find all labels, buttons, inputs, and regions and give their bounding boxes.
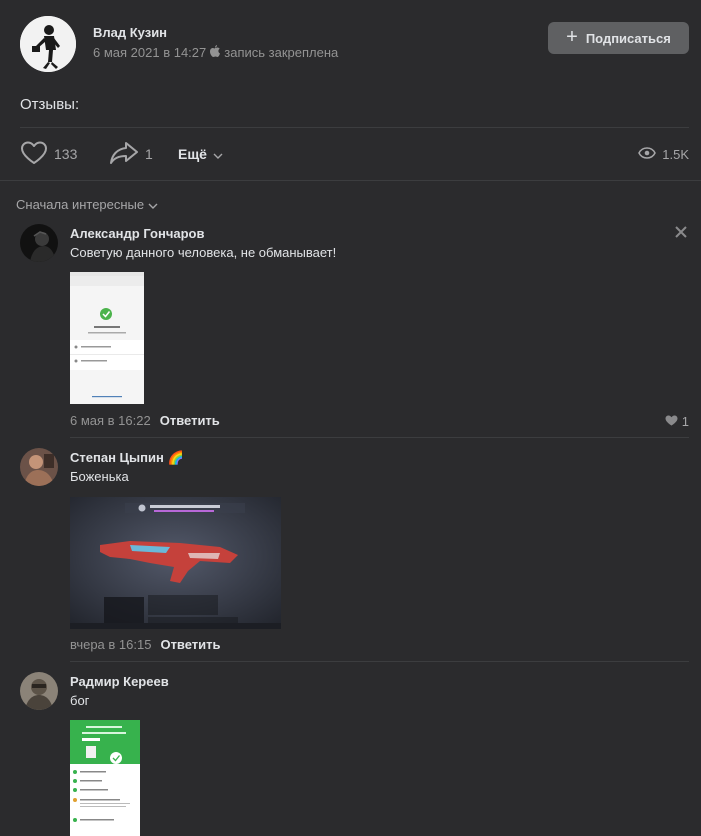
comment-attachment-image[interactable] — [70, 720, 140, 836]
chevron-down-icon — [213, 146, 223, 162]
plus-icon: + — [566, 26, 578, 48]
post-text: Отзывы: — [20, 96, 80, 113]
close-icon[interactable] — [673, 224, 689, 240]
comment-author: Степан Цыпин 🌈 — [70, 450, 184, 466]
share-button[interactable]: 1 — [109, 140, 153, 168]
comment-footer: вчера в 16:15 Ответить — [70, 637, 221, 652]
commenter-avatar[interactable] — [20, 448, 58, 486]
divider — [20, 127, 689, 128]
rainbow-emoji: 🌈 — [167, 450, 184, 465]
share-icon — [109, 141, 139, 168]
post-page: Влад Кузин 6 мая 2021 в 14:27 запись зак… — [0, 0, 701, 836]
sort-label: Сначала интересные — [16, 197, 145, 212]
comment-date[interactable]: 6 мая в 16:22 — [70, 413, 151, 428]
comment-author[interactable]: Александр Гончаров — [70, 226, 204, 241]
like-count: 133 — [54, 146, 78, 162]
divider — [0, 180, 701, 181]
reply-button[interactable]: Ответить — [160, 413, 220, 428]
reply-button[interactable]: Ответить — [160, 637, 220, 652]
chevron-down-icon — [148, 197, 158, 212]
comment-like-button[interactable]: 1 — [665, 414, 689, 429]
subscribe-button[interactable]: + Подписаться — [548, 22, 689, 54]
more-button[interactable]: Ещё — [178, 140, 223, 168]
heart-icon — [665, 414, 678, 429]
divider — [70, 661, 689, 662]
comment-author[interactable]: Радмир Кереев — [70, 674, 169, 689]
post-actions: 133 1 Ещё 1.5K — [20, 140, 689, 168]
comment-author-name[interactable]: Степан Цыпин — [70, 450, 164, 465]
commenter-avatar[interactable] — [20, 672, 58, 710]
comment-text: Советую данного человека, не обманывает! — [70, 245, 337, 260]
comment-attachment-image[interactable] — [70, 497, 281, 629]
views-count: 1.5K — [662, 146, 689, 162]
like-button[interactable]: 133 — [20, 140, 77, 168]
comment: Александр Гончаров Советую данного челов… — [20, 224, 689, 438]
heart-icon — [20, 141, 48, 168]
comment-date[interactable]: вчера в 16:15 — [70, 637, 151, 652]
divider — [70, 437, 689, 438]
sort-dropdown[interactable]: Сначала интересные — [16, 197, 158, 212]
comment-footer: 6 мая в 16:22 Ответить — [70, 413, 220, 428]
views-counter: 1.5K — [638, 140, 689, 168]
more-label: Ещё — [178, 146, 207, 162]
pinned-label: запись закреплена — [224, 45, 339, 60]
eye-icon — [638, 146, 657, 162]
post-date[interactable]: 6 мая 2021 в 14:27 — [93, 45, 206, 60]
post-meta: 6 мая 2021 в 14:27 запись закреплена — [93, 45, 338, 60]
author-avatar[interactable] — [20, 16, 76, 72]
author-name[interactable]: Влад Кузин — [93, 25, 167, 40]
comment-like-count: 1 — [681, 414, 689, 429]
commenter-avatar[interactable] — [20, 224, 58, 262]
comment-text: Боженька — [70, 469, 129, 484]
comment: Радмир Кереев бог — [20, 672, 689, 836]
subscribe-label: Подписаться — [585, 30, 671, 46]
comment-attachment-image[interactable] — [70, 272, 144, 404]
apple-icon — [210, 45, 221, 60]
comment: Степан Цыпин 🌈 Боженька вчера в 16:15 От… — [20, 448, 689, 662]
comment-text: бог — [70, 693, 90, 708]
post-header: Влад Кузин 6 мая 2021 в 14:27 запись зак… — [20, 16, 689, 72]
share-count: 1 — [145, 146, 153, 162]
